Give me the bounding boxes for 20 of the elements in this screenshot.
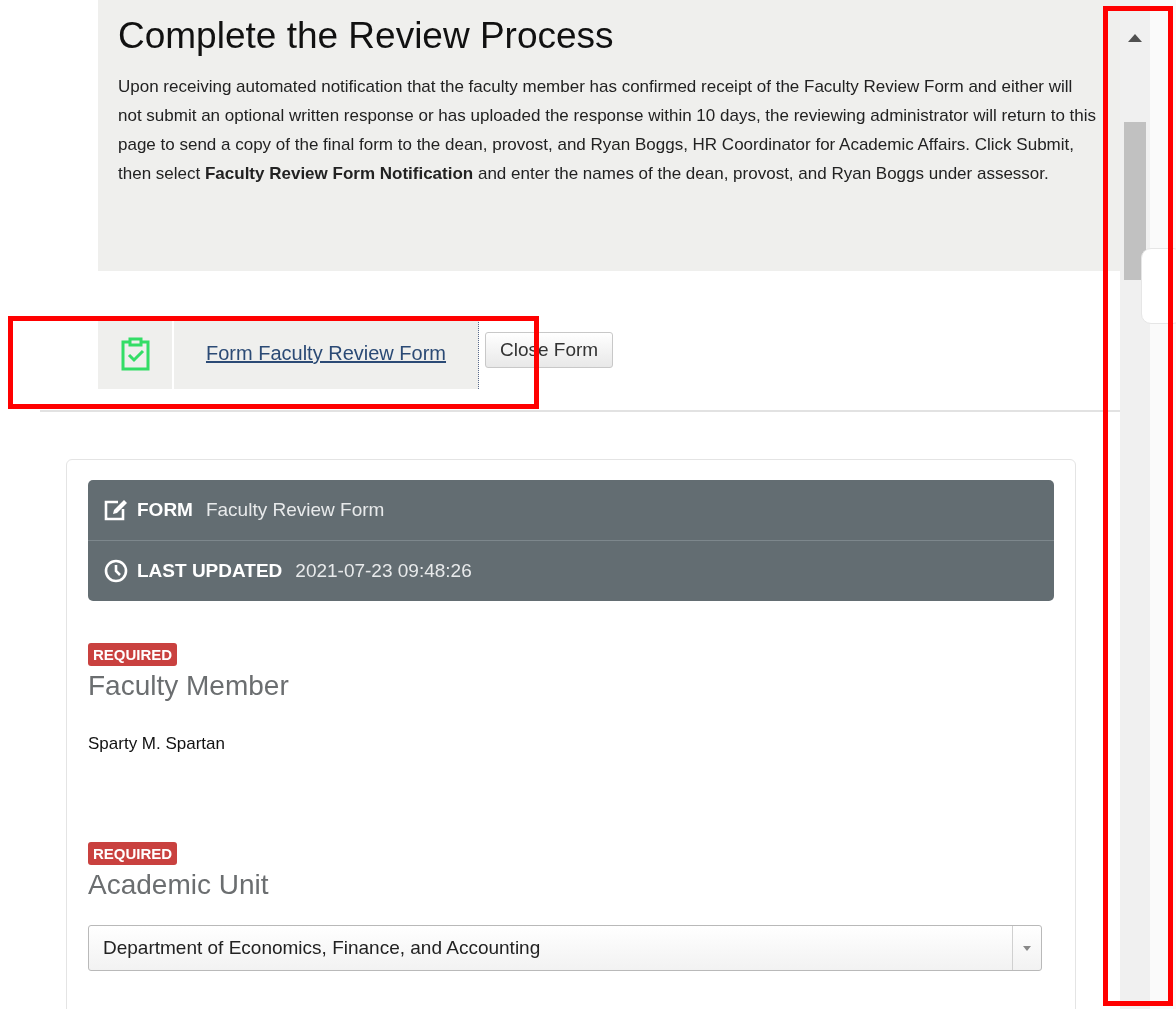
clipboard-check-icon — [119, 336, 151, 371]
header-value: Faculty Review Form — [205, 499, 385, 521]
select-field[interactable]: Department of Economics, Finance, and Accounting — [88, 925, 1042, 971]
scrollbar[interactable] — [1120, 0, 1150, 1009]
field-label: Academic Unit — [88, 869, 270, 901]
scrollbar-thumb[interactable] — [1124, 122, 1146, 280]
clock-icon — [104, 559, 128, 583]
header-value: 2021-07-23 09:48:26 — [295, 560, 472, 582]
field-label: Faculty Member — [88, 670, 290, 702]
form-link[interactable]: Form Faculty Review Form — [206, 342, 446, 365]
dropdown-caret-icon[interactable] — [1023, 945, 1031, 951]
header-label: FORM — [137, 499, 193, 521]
header-label: LAST UPDATED — [137, 560, 283, 582]
scroll-up-icon[interactable] — [1128, 34, 1142, 42]
required-badge: REQUIRED — [88, 643, 178, 666]
field-value: Sparty M. Spartan — [88, 734, 225, 754]
required-badge: REQUIRED — [88, 842, 178, 865]
page-title: Complete the Review Process — [118, 14, 615, 58]
instructions-text: Upon receiving automated notification that the faculty member has confirmed receipt of the Faculty Review Form and either will not submit an optional written response or has uploaded the response within 10 days, the reviewing administrator will return to this page to send a copy of the final form to the dean, provost, and Ryan Boggs, HR Coordinator for Academic Affairs. Click Submit, then select Faculty Review Form Notification and enter the names of the dean, provost, and Ryan Boggs under assessor. — [118, 76, 1098, 185]
edit-icon — [104, 499, 128, 521]
